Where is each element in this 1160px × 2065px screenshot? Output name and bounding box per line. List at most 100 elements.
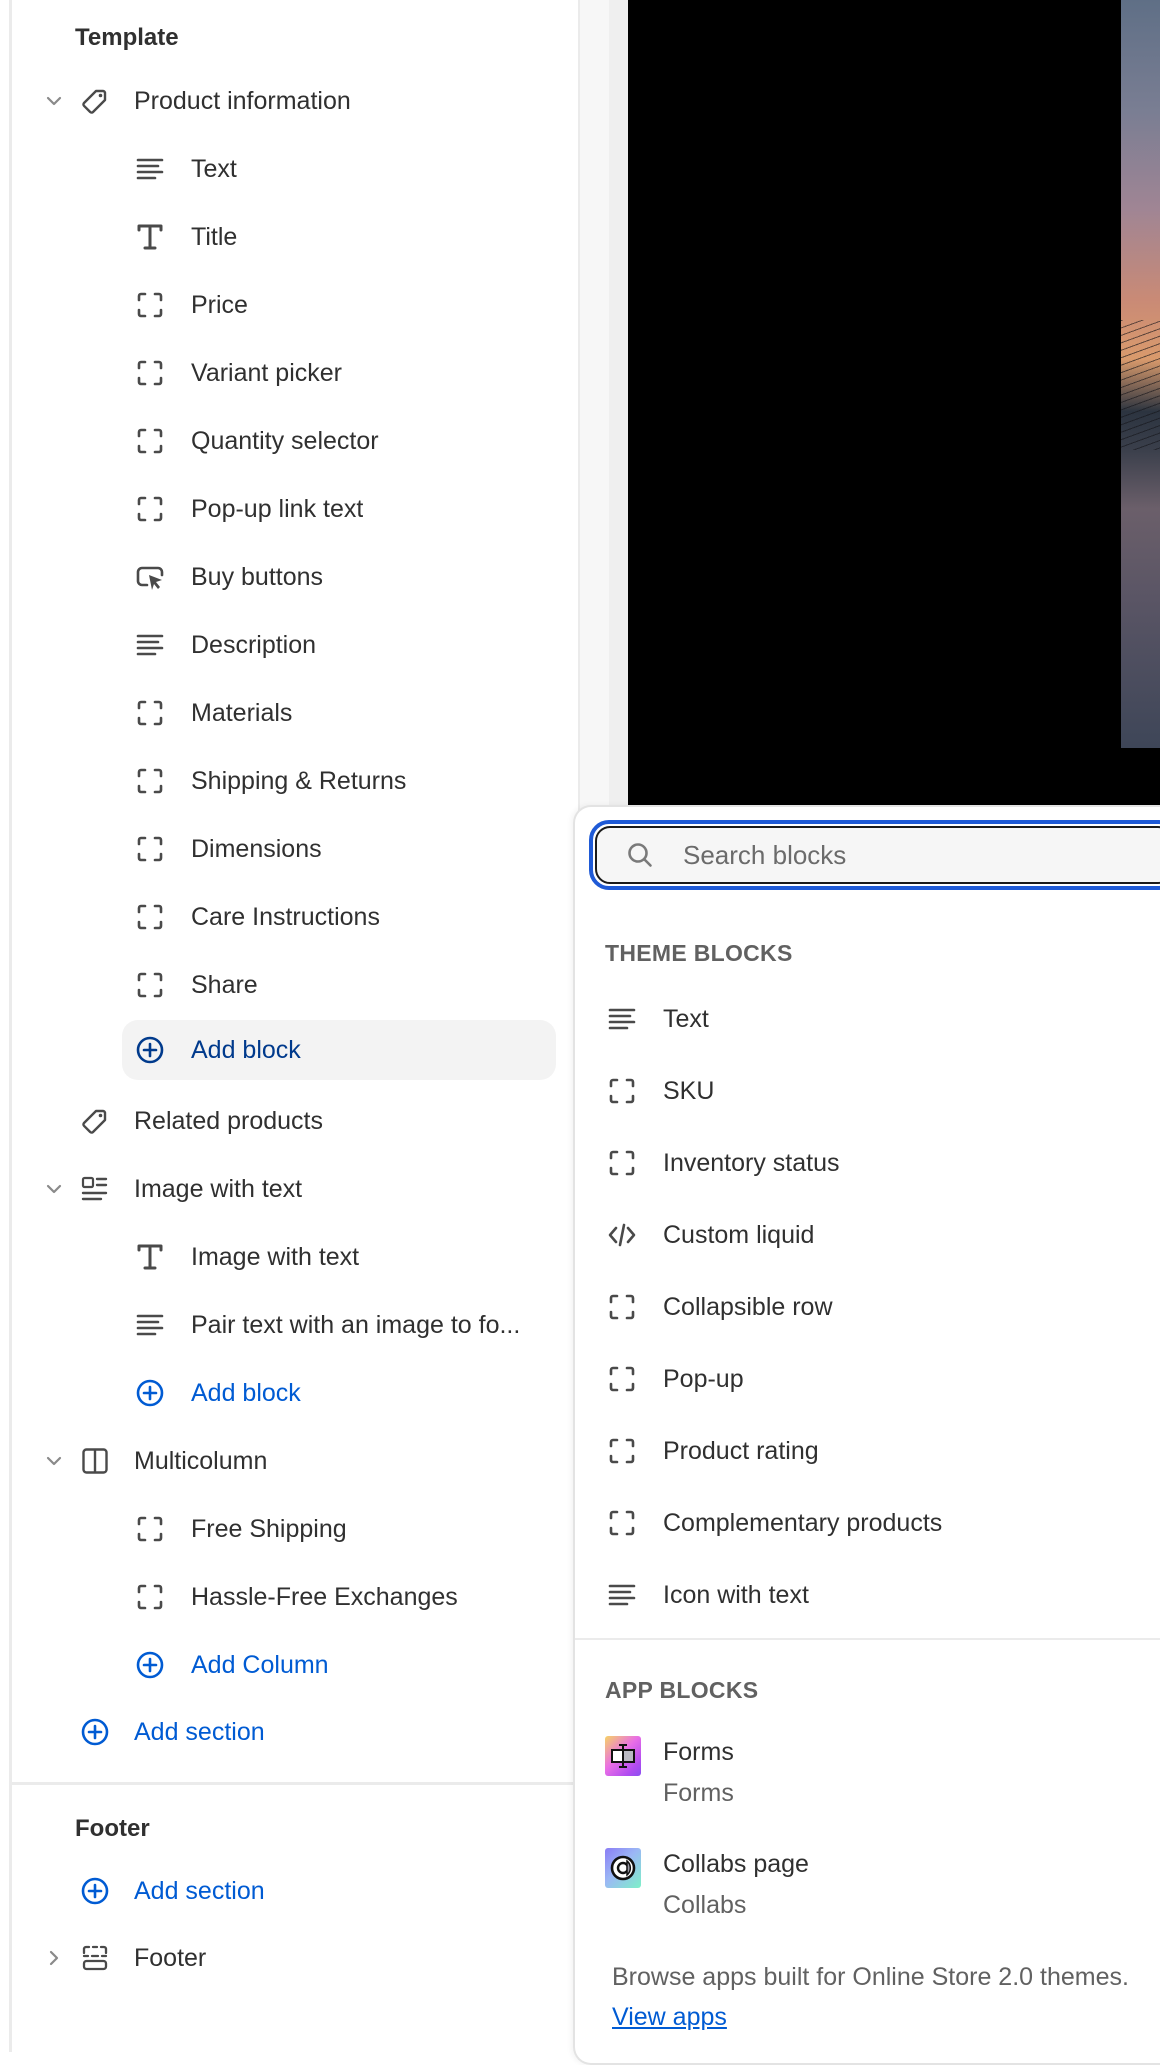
collabs-app-icon bbox=[605, 1848, 641, 1888]
block-label: Image with text bbox=[191, 1242, 360, 1271]
theme-block-item[interactable]: Custom liquid bbox=[589, 1205, 1159, 1265]
chevron-down-icon[interactable] bbox=[40, 87, 68, 115]
block-label: Pair text with an image to fo... bbox=[191, 1310, 521, 1339]
block-placeholder-icon bbox=[607, 1364, 637, 1394]
search-icon bbox=[625, 840, 655, 870]
view-apps-link[interactable]: View apps bbox=[612, 2003, 727, 2031]
block-item[interactable]: Shipping & Returns bbox=[122, 751, 556, 811]
theme-block-label: Icon with text bbox=[663, 1580, 809, 1609]
block-placeholder-icon bbox=[135, 698, 165, 728]
block-item[interactable]: Free Shipping bbox=[122, 1499, 556, 1559]
block-placeholder-icon bbox=[135, 970, 165, 1000]
block-item[interactable]: Variant picker bbox=[122, 343, 556, 403]
add-column-button[interactable]: Add Column bbox=[122, 1635, 556, 1695]
add-section-button[interactable]: Add section bbox=[40, 1702, 560, 1762]
plus-circle-icon bbox=[135, 1650, 165, 1680]
theme-block-item[interactable]: Pop-up bbox=[589, 1349, 1159, 1409]
text-lines-icon bbox=[135, 154, 165, 184]
text-lines-icon bbox=[607, 1004, 637, 1034]
block-placeholder-icon bbox=[135, 766, 165, 796]
theme-block-item[interactable]: Text bbox=[589, 989, 1159, 1049]
section-product-information[interactable]: Product information bbox=[40, 71, 560, 131]
chevron-down-icon[interactable] bbox=[40, 1447, 68, 1475]
block-item[interactable]: Care Instructions bbox=[122, 887, 556, 947]
block-placeholder-icon bbox=[135, 834, 165, 864]
section-multicolumn[interactable]: Multicolumn bbox=[40, 1431, 560, 1491]
section-label: Image with text bbox=[134, 1174, 303, 1203]
theme-block-item[interactable]: Complementary products bbox=[589, 1493, 1159, 1553]
plus-circle-icon bbox=[135, 1035, 165, 1065]
block-item[interactable]: Title bbox=[122, 207, 556, 267]
block-placeholder-icon bbox=[135, 290, 165, 320]
add-section-label: Add section bbox=[134, 1717, 265, 1746]
theme-block-label: Product rating bbox=[663, 1436, 819, 1465]
theme-block-item[interactable]: Icon with text bbox=[589, 1565, 1159, 1625]
text-lines-icon bbox=[607, 1580, 637, 1610]
sidebar-divider bbox=[12, 1782, 578, 1785]
theme-block-label: Text bbox=[663, 1004, 709, 1033]
block-item[interactable]: Description bbox=[122, 615, 556, 675]
block-label: Share bbox=[191, 970, 258, 999]
section-label: Footer bbox=[134, 1943, 207, 1972]
block-placeholder-icon bbox=[607, 1508, 637, 1538]
theme-preview[interactable] bbox=[628, 0, 1160, 805]
app-blocks-heading: APP BLOCKS bbox=[605, 1677, 759, 1703]
chevron-right-icon[interactable] bbox=[40, 1944, 68, 1972]
chevron-down-icon[interactable] bbox=[40, 1175, 68, 1203]
block-item[interactable]: Materials bbox=[122, 683, 556, 743]
block-label: Hassle-Free Exchanges bbox=[191, 1582, 458, 1611]
block-item[interactable]: Pair text with an image to fo... bbox=[122, 1295, 556, 1355]
block-item[interactable]: Pop-up link text bbox=[122, 479, 556, 539]
footer-layout-icon bbox=[80, 1943, 110, 1973]
block-label: Buy buttons bbox=[191, 562, 324, 591]
columns-icon bbox=[80, 1446, 110, 1476]
theme-block-item[interactable]: Inventory status bbox=[589, 1133, 1159, 1193]
block-item[interactable]: Buy buttons bbox=[122, 547, 556, 607]
section-label: Product information bbox=[134, 86, 351, 115]
block-label: Text bbox=[191, 154, 237, 183]
app-block-collabs-page[interactable]: Collabs page Collabs bbox=[589, 1848, 1159, 1928]
section-image-with-text[interactable]: Image with text bbox=[40, 1159, 560, 1219]
section-footer[interactable]: Footer bbox=[40, 1928, 560, 1988]
block-placeholder-icon bbox=[135, 902, 165, 932]
footer-add-section-button[interactable]: Add section bbox=[40, 1861, 560, 1921]
block-item[interactable]: Quantity selector bbox=[122, 411, 556, 471]
add-column-label: Add Column bbox=[191, 1650, 329, 1679]
block-item[interactable]: Image with text bbox=[122, 1227, 556, 1287]
block-placeholder-icon bbox=[607, 1076, 637, 1106]
app-block-forms[interactable]: Forms Forms bbox=[589, 1736, 1159, 1816]
block-item[interactable]: Hassle-Free Exchanges bbox=[122, 1567, 556, 1627]
section-label: Related products bbox=[134, 1106, 324, 1135]
block-item[interactable]: Price bbox=[122, 275, 556, 335]
add-block-label: Add block bbox=[191, 1035, 301, 1064]
search-field[interactable] bbox=[589, 820, 1160, 890]
add-block-button[interactable]: Add block bbox=[122, 1363, 556, 1423]
app-block-app-name: Forms bbox=[663, 1779, 734, 1807]
search-input[interactable] bbox=[683, 839, 1083, 871]
block-placeholder-icon bbox=[135, 1514, 165, 1544]
button-cursor-icon bbox=[135, 562, 165, 592]
theme-block-item[interactable]: Collapsible row bbox=[589, 1277, 1159, 1337]
theme-block-item[interactable]: Product rating bbox=[589, 1421, 1159, 1481]
popover-divider bbox=[575, 1638, 1160, 1640]
app-block-app-name: Collabs bbox=[663, 1891, 747, 1919]
add-section-label: Add section bbox=[134, 1876, 265, 1905]
theme-block-label: Custom liquid bbox=[663, 1220, 815, 1249]
section-related-products[interactable]: Related products bbox=[40, 1091, 560, 1151]
theme-block-label: SKU bbox=[663, 1076, 715, 1105]
text-title-icon bbox=[135, 1242, 165, 1272]
block-label: Title bbox=[191, 222, 238, 251]
theme-block-item[interactable]: SKU bbox=[589, 1061, 1159, 1121]
block-item[interactable]: Share bbox=[122, 955, 556, 1015]
theme-block-label: Inventory status bbox=[663, 1148, 840, 1177]
block-item[interactable]: Dimensions bbox=[122, 819, 556, 879]
template-heading: Template bbox=[75, 24, 179, 51]
block-label: Free Shipping bbox=[191, 1514, 347, 1543]
text-lines-icon bbox=[135, 1310, 165, 1340]
block-placeholder-icon bbox=[135, 1582, 165, 1612]
block-label: Materials bbox=[191, 698, 293, 727]
block-item[interactable]: Text bbox=[122, 139, 556, 199]
add-block-button[interactable]: Add block bbox=[122, 1020, 556, 1080]
image-with-text-icon bbox=[80, 1174, 110, 1204]
app-block-title: Collabs page bbox=[663, 1850, 809, 1878]
